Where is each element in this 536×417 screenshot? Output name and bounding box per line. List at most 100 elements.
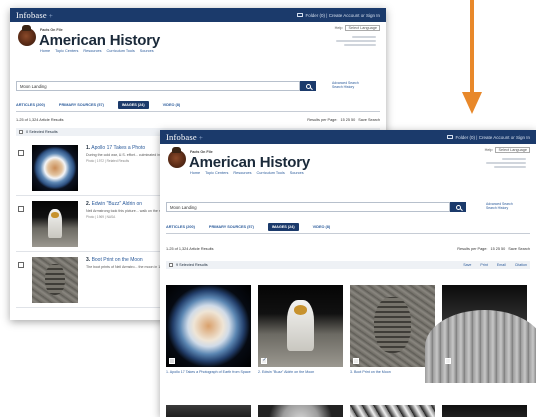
main-nav: Home Topic Centers Resources Curriculum … [40,49,154,53]
top-bar: Infobase + Folder (0) | Create Account or… [10,8,386,22]
tabs-divider [166,233,530,234]
grid-image[interactable] [166,285,251,367]
select-all-checkbox[interactable] [169,263,173,267]
tab-images[interactable]: IMAGES (24) [117,101,149,109]
database-title[interactable]: American History [39,32,160,49]
grid-item-checkbox[interactable] [261,357,267,364]
language-select[interactable]: Select Language [495,147,530,153]
search-icon [305,83,311,89]
grid-item[interactable]: 3. Boot Print on the Moon [350,285,435,374]
grid-item-checkbox[interactable] [169,358,175,364]
grid-item-caption[interactable]: 3. Boot Print on the Moon [350,370,435,374]
nav-resources[interactable]: Resources [233,171,251,175]
search-button[interactable] [300,81,316,91]
advanced-search-links: Advanced Search Search History [486,202,513,210]
tab-primary-sources[interactable]: PRIMARY SOURCES (57) [59,103,104,107]
result-tabs: ARTICLES (200) PRIMARY SOURCES (57) IMAG… [16,101,180,109]
tab-primary-sources[interactable]: PRIMARY SOURCES (57) [209,225,254,229]
save-search-link[interactable]: Save Search [508,247,530,251]
result-thumbnail[interactable] [32,257,78,303]
results-range: 1-25 of 1,324 Article Results [16,118,64,122]
search-results-grid-window: Infobase + Folder (0) | Create Account or… [160,130,536,417]
select-all-checkbox[interactable] [19,130,23,134]
grid-item-caption[interactable]: 1. Apollo 17 Takes a Photograph of Earth… [166,370,251,374]
results-range: 1-25 of 1,324 Article Results [166,247,214,251]
selected-count: 9 Selected Results [176,263,208,267]
grid-item-caption[interactable]: 2. Edwin "Buzz" Aldrin on the Moon [258,370,343,374]
folder-icon [296,13,303,17]
per-page-label: Results per Page: [307,118,338,122]
search-input[interactable]: Moon Landing [166,202,451,212]
grid-item-checkbox[interactable] [445,358,451,364]
nav-sources[interactable]: Sources [140,49,154,53]
account-links[interactable]: Folder (0) | Create Account or Sign In [296,13,380,18]
result-checkbox[interactable] [18,206,24,212]
save-button[interactable]: Save [463,263,471,267]
grid-image[interactable] [258,285,343,367]
grid-image[interactable] [350,405,435,417]
selection-bar: 9 Selected Results Save Print Email Cita… [166,261,530,269]
down-arrow-icon [462,0,482,114]
result-checkbox[interactable] [18,150,24,156]
results-toolbar: Save Print Email Citation [463,263,530,267]
nav-resources[interactable]: Resources [83,49,101,53]
save-search-link[interactable]: Save Search [358,118,380,122]
search-icon [455,204,461,210]
grid-image[interactable] [425,285,536,384]
nav-curriculum-tools[interactable]: Curriculum Tools [107,49,135,53]
tab-video[interactable]: VIDEO (8) [313,225,331,229]
infobase-logo[interactable]: Infobase + [16,10,53,20]
tabs-divider [16,111,380,112]
per-page-options[interactable]: 15 25 50 [490,247,505,251]
grid-item[interactable]: 1. Apollo 17 Takes a Photograph of Earth… [166,285,251,374]
grid-image[interactable] [166,405,251,417]
language-select[interactable]: Select Language [345,25,380,31]
grid-image[interactable] [350,285,435,367]
nav-topic-centers[interactable]: Topic Centers [55,49,78,53]
nav-curriculum-tools[interactable]: Curriculum Tools [257,171,285,175]
tab-images[interactable]: IMAGES (24) [267,223,299,231]
grid-item[interactable]: 2. Edwin "Buzz" Aldrin on the Moon [258,285,343,374]
side-decorative-logo [336,36,376,49]
site-header: Help Select Language Facts On File Ameri… [160,144,536,178]
help-link[interactable]: Help [485,148,493,152]
result-thumbnail[interactable] [32,145,78,191]
citation-button[interactable]: Citation [515,263,527,267]
tab-video[interactable]: VIDEO (8) [163,103,181,107]
nav-sources[interactable]: Sources [290,171,304,175]
image-grid: 1. Apollo 17 Takes a Photograph of Earth… [166,285,536,384]
search-row: Moon Landing [166,202,466,212]
american-history-logo-icon [18,25,36,46]
database-title[interactable]: American History [189,154,310,171]
search-button[interactable] [450,202,466,212]
tab-articles[interactable]: ARTICLES (200) [166,225,195,229]
per-page-options[interactable]: 15 25 50 [340,118,355,122]
nav-home[interactable]: Home [40,49,50,53]
side-decorative-logo [486,158,526,171]
email-button[interactable]: Email [497,263,506,267]
per-page-label: Results per Page: [457,247,488,251]
result-checkbox[interactable] [18,262,24,268]
account-links[interactable]: Folder (0) | Create Account or Sign In [446,135,530,140]
tab-articles[interactable]: ARTICLES (200) [16,103,45,107]
grid-item[interactable]: 4. First Image of the Earth from the Moo… [425,285,536,384]
grid-item-checkbox[interactable] [353,358,359,364]
search-history-link[interactable]: Search History [332,85,359,89]
folder-icon [446,135,453,139]
search-input[interactable]: Moon Landing [16,81,301,91]
top-bar: Infobase + Folder (0) | Create Account or… [160,130,536,144]
nav-topic-centers[interactable]: Topic Centers [205,171,228,175]
main-nav: Home Topic Centers Resources Curriculum … [190,171,304,175]
advanced-search-links: Advanced Search Search History [332,81,359,89]
nav-home[interactable]: Home [190,171,200,175]
search-row: Moon Landing [16,81,316,91]
grid-image[interactable] [258,405,343,417]
print-button[interactable]: Print [480,263,487,267]
help-link[interactable]: Help [335,26,343,30]
grid-image[interactable] [442,405,527,417]
infobase-logo[interactable]: Infobase + [166,132,203,142]
results-meta: 1-25 of 1,324 Article Results Results pe… [16,118,380,122]
search-history-link[interactable]: Search History [486,206,513,210]
result-thumbnail[interactable] [32,201,78,247]
result-tabs: ARTICLES (200) PRIMARY SOURCES (57) IMAG… [166,223,330,231]
